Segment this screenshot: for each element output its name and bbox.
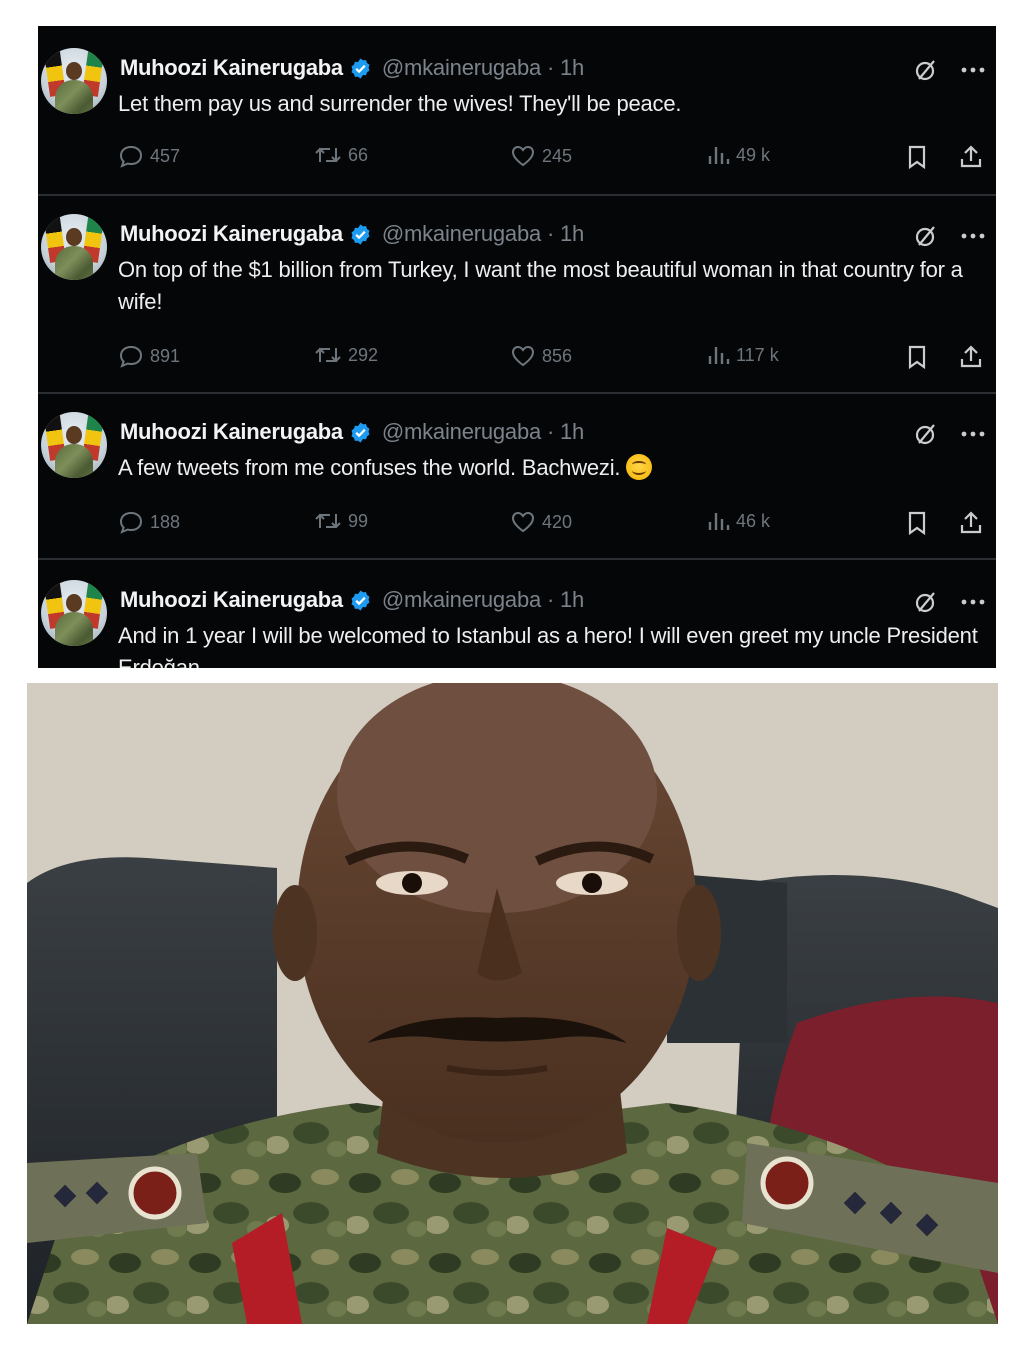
reply-icon [119, 145, 143, 168]
views-button[interactable]: 49 k [706, 144, 770, 166]
views-button[interactable]: 46 k [706, 510, 770, 532]
share-icon [960, 345, 982, 368]
author-handle-time[interactable]: @mkainerugaba · 1h [382, 221, 584, 247]
more-icon[interactable] [960, 430, 986, 438]
verified-icon [351, 223, 370, 245]
views-count: 46 k [736, 510, 771, 531]
share-button[interactable] [958, 144, 990, 170]
views-icon [708, 347, 730, 364]
grok-icon[interactable] [914, 590, 938, 614]
bookmark-icon [908, 145, 926, 170]
more-icon[interactable] [960, 232, 986, 240]
verified-icon [351, 589, 370, 611]
retweet-count: 292 [348, 344, 379, 365]
bookmark-icon [908, 345, 926, 370]
smiling-emoji [626, 454, 653, 480]
author-name[interactable]: Muhoozi Kainerugaba [120, 221, 343, 247]
author-handle-time[interactable]: @mkainerugaba · 1h [382, 587, 584, 613]
like-icon [511, 511, 535, 533]
tweets-screenshot: Muhoozi Kainerugaba @mkainerugaba · 1h L… [38, 26, 996, 668]
share-icon [960, 145, 982, 168]
reply-count: 188 [150, 511, 181, 532]
tweet[interactable]: Muhoozi Kainerugaba @mkainerugaba · 1h O… [38, 196, 996, 392]
tweet-text-content: A few tweets from me confuses the world.… [118, 455, 621, 480]
tweet-text: Let them pay us and surrender the wives!… [118, 91, 682, 116]
avatar[interactable] [41, 412, 107, 478]
like-icon [511, 145, 535, 167]
grok-icon[interactable] [914, 224, 938, 248]
tweet[interactable]: Muhoozi Kainerugaba @mkainerugaba · 1h L… [38, 26, 996, 194]
views-button[interactable]: 117 k [706, 344, 779, 366]
portrait-illustration [27, 683, 998, 1324]
author-name[interactable]: Muhoozi Kainerugaba [120, 55, 343, 81]
views-icon [708, 147, 730, 164]
views-icon [708, 513, 730, 530]
tweet-text: A few tweets from me confuses the world.… [118, 452, 978, 484]
reply-button[interactable]: 457 [118, 144, 180, 168]
more-icon[interactable] [960, 598, 986, 606]
author-name[interactable]: Muhoozi Kainerugaba [120, 419, 343, 445]
like-button[interactable]: 245 [510, 144, 572, 168]
grok-icon[interactable] [914, 58, 938, 82]
bookmark-button[interactable] [906, 344, 934, 370]
portrait-photo [27, 683, 998, 1324]
avatar[interactable] [41, 48, 107, 114]
more-icon[interactable] [960, 66, 986, 74]
retweet-icon [315, 347, 341, 363]
retweet-button[interactable]: 292 [314, 344, 378, 366]
share-button[interactable] [958, 344, 990, 370]
like-icon [511, 345, 535, 367]
verified-icon [351, 421, 370, 443]
verified-icon [351, 57, 370, 79]
like-count: 245 [542, 145, 573, 166]
reply-button[interactable]: 891 [118, 344, 180, 368]
views-count: 49 k [736, 144, 771, 165]
tweet[interactable]: Muhoozi Kainerugaba @mkainerugaba · 1h A… [38, 394, 996, 558]
retweet-count: 66 [348, 144, 369, 165]
retweet-button[interactable]: 66 [314, 144, 368, 166]
retweet-icon [315, 147, 341, 163]
grok-icon[interactable] [914, 422, 938, 446]
reply-icon [119, 511, 143, 534]
like-count: 420 [542, 511, 573, 532]
avatar[interactable] [41, 214, 107, 280]
like-button[interactable]: 420 [510, 510, 572, 534]
bookmark-icon [908, 511, 926, 536]
share-icon [960, 511, 982, 534]
bookmark-button[interactable] [906, 144, 934, 170]
author-handle-time[interactable]: @mkainerugaba · 1h [382, 419, 584, 445]
retweet-icon [315, 513, 341, 529]
avatar[interactable] [41, 580, 107, 646]
views-count: 117 k [736, 344, 779, 365]
reply-count: 891 [150, 345, 181, 366]
retweet-count: 99 [348, 510, 369, 531]
like-button[interactable]: 856 [510, 344, 572, 368]
author-handle-time[interactable]: @mkainerugaba · 1h [382, 55, 584, 81]
tweet[interactable]: Muhoozi Kainerugaba @mkainerugaba · 1h A… [38, 560, 996, 668]
reply-icon [119, 345, 143, 368]
reply-count: 457 [150, 145, 181, 166]
tweet-text: On top of the $1 billion from Turkey, I … [118, 257, 963, 314]
author-name[interactable]: Muhoozi Kainerugaba [120, 587, 343, 613]
bookmark-button[interactable] [906, 510, 934, 536]
share-button[interactable] [958, 510, 990, 536]
tweet-text: And in 1 year I will be welcomed to Ista… [118, 623, 978, 668]
reply-button[interactable]: 188 [118, 510, 180, 534]
retweet-button[interactable]: 99 [314, 510, 368, 532]
like-count: 856 [542, 345, 573, 366]
